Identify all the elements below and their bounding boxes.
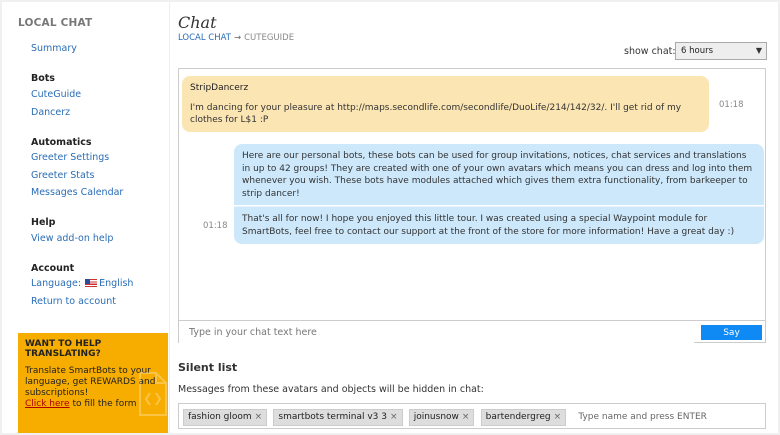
silent-tag-label: joinusnow [413, 412, 459, 422]
translate-help-box: WANT TO HELP TRANSLATING? Translate Smar… [18, 333, 168, 433]
silent-tag-label: smartbots terminal v3 3 [278, 412, 387, 422]
message-sender: StripDancerz [190, 83, 249, 93]
app-window: LOCAL CHAT Summary Bots CuteGuide Dancer… [2, 2, 778, 433]
language-value: English [99, 278, 134, 289]
silent-tag: joinusnow × [408, 409, 475, 426]
message-text: Here are our personal bots, these bots c… [242, 151, 753, 199]
breadcrumb: LOCAL CHAT → CUTEGUIDE [178, 33, 294, 43]
silent-tag-label: fashion gloom [188, 412, 252, 422]
chat-input[interactable] [179, 322, 694, 343]
sidebar-item-cuteguide[interactable]: CuteGuide [31, 89, 81, 100]
silent-list-input[interactable] [578, 412, 719, 422]
message-text: That's all for now! I hope you enjoyed t… [242, 214, 735, 237]
sidebar-section-automatics: Automatics [31, 137, 92, 148]
chat-message-outgoing: That's all for now! I hope you enjoyed t… [234, 206, 764, 244]
remove-tag-icon[interactable]: × [554, 412, 562, 422]
say-button[interactable]: Say [701, 325, 762, 340]
us-flag-icon [85, 279, 98, 287]
sidebar-section-help: Help [31, 217, 56, 228]
sidebar-app-title: LOCAL CHAT [18, 17, 93, 29]
sidebar-item-return-to-account[interactable]: Return to account [31, 296, 116, 307]
sidebar: LOCAL CHAT Summary Bots CuteGuide Dancer… [2, 2, 170, 433]
silent-tag-label: bartendergreg [485, 412, 551, 422]
message-timestamp: 01:18 [719, 100, 744, 110]
show-chat-label: show chat: [624, 46, 676, 57]
chat-message-incoming: StripDancerz I'm dancing for your pleasu… [182, 76, 709, 132]
show-chat-value: 6 hours [681, 46, 714, 56]
show-chat-select[interactable]: 6 hours ▼ [675, 42, 767, 60]
silent-tag: bartendergreg × [480, 409, 567, 426]
sidebar-item-greeter-settings[interactable]: Greeter Settings [31, 152, 109, 163]
remove-tag-icon[interactable]: × [255, 412, 263, 422]
document-brackets-icon [139, 372, 167, 416]
chat-panel: StripDancerz I'm dancing for your pleasu… [178, 68, 766, 343]
breadcrumb-current: CUTEGUIDE [244, 33, 295, 43]
translate-help-link-row: Click here to fill the form [25, 399, 137, 409]
translate-link-suffix: to fill the form [72, 399, 137, 409]
silent-list-title: Silent list [178, 361, 238, 374]
silent-tag: fashion gloom × [183, 409, 268, 426]
translate-help-title: WANT TO HELP TRANSLATING? [25, 339, 102, 359]
language-selector[interactable]: Language: English [31, 278, 133, 289]
sidebar-item-dancerz[interactable]: Dancerz [31, 107, 70, 118]
remove-tag-icon[interactable]: × [462, 412, 470, 422]
silent-list-description: Messages from these avatars and objects … [178, 384, 484, 395]
translate-click-here-link[interactable]: Click here [25, 399, 70, 409]
remove-tag-icon[interactable]: × [390, 412, 398, 422]
chat-input-row: Say [179, 320, 765, 343]
breadcrumb-arrow-icon: → [233, 33, 242, 43]
sidebar-section-bots: Bots [31, 73, 55, 84]
language-label: Language: [31, 278, 82, 289]
sidebar-item-view-addon-help[interactable]: View add-on help [31, 233, 113, 244]
sidebar-section-account: Account [31, 263, 75, 274]
message-text: I'm dancing for your pleasure at http://… [190, 102, 682, 126]
chat-message-outgoing: Here are our personal bots, these bots c… [234, 144, 764, 205]
sidebar-item-greeter-stats[interactable]: Greeter Stats [31, 170, 95, 181]
silent-list-tags: fashion gloom × smartbots terminal v3 3 × … [178, 403, 766, 429]
page-title: Chat [178, 13, 217, 32]
sidebar-item-messages-calendar[interactable]: Messages Calendar [31, 187, 123, 198]
sidebar-item-summary[interactable]: Summary [31, 43, 77, 54]
silent-tag: smartbots terminal v3 3 × [273, 409, 403, 426]
dropdown-arrow-icon: ▼ [755, 46, 762, 55]
message-timestamp: 01:18 [203, 221, 228, 231]
breadcrumb-local-chat[interactable]: LOCAL CHAT [178, 33, 231, 43]
